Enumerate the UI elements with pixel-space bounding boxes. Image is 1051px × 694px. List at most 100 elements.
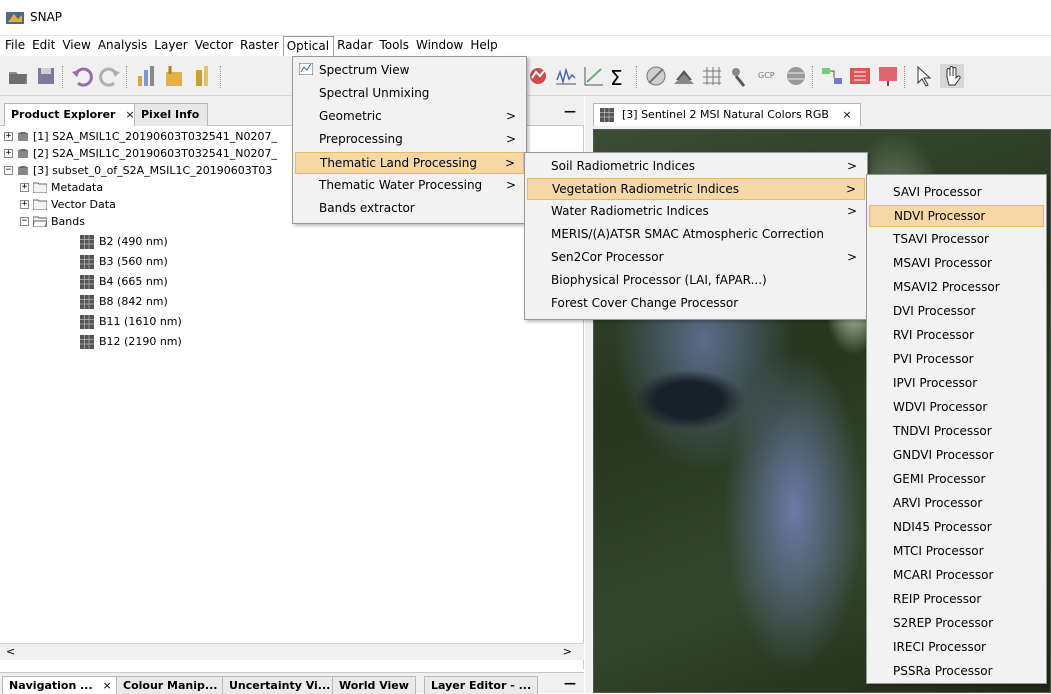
menu-window[interactable]: Window (413, 36, 467, 56)
menu-item-forest-cover-change-processor[interactable]: Forest Cover Change Processor (527, 293, 865, 315)
tab-world-view[interactable]: World View (332, 676, 416, 694)
close-icon[interactable]: × (842, 108, 851, 121)
menu-item-pssra-processor[interactable]: PSSRa Processor (869, 661, 1044, 683)
product-library-icon[interactable] (876, 64, 900, 88)
menu-item-gndvi-processor[interactable]: GNDVI Processor (869, 445, 1044, 467)
band-subset-icon[interactable] (190, 64, 214, 88)
pin-manager-icon[interactable] (728, 64, 752, 88)
menu-edit[interactable]: Edit (29, 36, 59, 56)
statistics-sigma-icon[interactable]: Σ (610, 66, 634, 90)
menu-item-preprocessing[interactable]: Preprocessing > (295, 129, 524, 151)
menu-item-biophysical-processor[interactable]: Biophysical Processor (LAI, fAPAR...) (527, 270, 865, 292)
graph-builder-icon[interactable] (820, 64, 844, 88)
scroll-right-icon[interactable]: > (563, 645, 572, 658)
menu-item-thematic-water-processing[interactable]: Thematic Water Processing > (295, 175, 524, 197)
menu-layer[interactable]: Layer (151, 36, 191, 56)
menu-item-ireci-processor[interactable]: IRECI Processor (869, 637, 1044, 659)
menu-item-spectral-unmixing[interactable]: Spectral Unmixing (295, 83, 524, 105)
menu-item-savi-processor[interactable]: SAVI Processor (869, 182, 1044, 204)
tab-product-explorer[interactable]: Product Explorer × (4, 103, 144, 126)
profile-plot-icon[interactable] (554, 64, 578, 88)
menu-item-smac-atmospheric-correction[interactable]: MERIS/(A)ATSR SMAC Atmospheric Correctio… (527, 224, 865, 246)
close-icon[interactable]: × (103, 679, 112, 692)
select-tool-icon[interactable] (912, 64, 936, 88)
menu-item-msavi-processor[interactable]: MSAVI Processor (869, 253, 1044, 275)
menu-item-soil-radiometric-indices[interactable]: Soil Radiometric Indices > (527, 156, 865, 178)
expand-icon[interactable]: + (4, 149, 13, 158)
horizontal-scrollbar[interactable]: < > (0, 643, 584, 660)
menu-item-tndvi-processor[interactable]: TNDVI Processor (869, 421, 1044, 443)
menu-file[interactable]: File (2, 36, 29, 56)
tree-node-metadata[interactable]: + Metadata (20, 179, 103, 196)
expand-icon[interactable]: + (20, 183, 29, 192)
tree-node-product-3[interactable]: − [3] subset_0_of_S2A_MSIL1C_20190603T03 (4, 162, 272, 179)
tree-node-product-1[interactable]: + [1] S2A_MSIL1C_20190603T032541_N0207_ (4, 128, 277, 145)
redo-icon[interactable] (98, 64, 122, 88)
menu-item-dvi-processor[interactable]: DVI Processor (869, 301, 1044, 323)
menu-item-geometric[interactable]: Geometric > (295, 106, 524, 128)
menu-vector[interactable]: Vector (192, 36, 237, 56)
menu-view[interactable]: View (59, 36, 94, 56)
menu-item-s2rep-processor[interactable]: S2REP Processor (869, 613, 1044, 635)
tree-node-bands[interactable]: − Bands (20, 213, 85, 230)
menu-raster[interactable]: Raster (237, 36, 283, 56)
minimize-icon[interactable]: — (564, 676, 576, 690)
menu-item-sen2cor-processor[interactable]: Sen2Cor Processor > (527, 247, 865, 269)
menu-item-msavi2-processor[interactable]: MSAVI2 Processor (869, 277, 1044, 299)
pan-tool-icon[interactable] (940, 64, 964, 88)
minimize-icon[interactable]: — (564, 104, 576, 118)
band-maths-icon[interactable] (134, 64, 158, 88)
world-map-icon[interactable] (784, 64, 808, 88)
tab-uncertainty-visualisation[interactable]: Uncertainty Vi... (222, 676, 338, 694)
spectrum-view-icon[interactable] (526, 64, 550, 88)
tree-node-band-b2[interactable]: B2 (490 nm) (80, 233, 168, 250)
menu-item-mcari-processor[interactable]: MCARI Processor (869, 565, 1044, 587)
batch-processing-icon[interactable] (848, 64, 872, 88)
expand-icon[interactable]: + (4, 132, 13, 141)
tree-node-band-b12[interactable]: B12 (2190 nm) (80, 333, 182, 350)
tab-navigation[interactable]: Navigation ... × (2, 676, 119, 694)
scatter-plot-icon[interactable] (582, 64, 606, 88)
menu-item-arvi-processor[interactable]: ARVI Processor (869, 493, 1044, 515)
tab-image-view[interactable]: [3] Sentinel 2 MSI Natural Colors RGB × (593, 103, 861, 126)
tab-colour-manipulation[interactable]: Colour Manip... (116, 676, 225, 694)
menu-item-ndi45-processor[interactable]: NDI45 Processor (869, 517, 1044, 539)
scroll-left-icon[interactable]: < (6, 645, 15, 658)
menu-item-wdvi-processor[interactable]: WDVI Processor (869, 397, 1044, 419)
expand-icon[interactable]: + (20, 200, 29, 209)
menu-item-bands-extractor[interactable]: Bands extractor (295, 198, 524, 220)
save-product-icon[interactable] (34, 64, 58, 88)
tree-node-vector-data[interactable]: + Vector Data (20, 196, 116, 213)
layer-icon[interactable] (672, 64, 696, 88)
menu-item-rvi-processor[interactable]: RVI Processor (869, 325, 1044, 347)
menu-item-spectrum-view[interactable]: Spectrum View (295, 60, 524, 82)
tree-node-band-b4[interactable]: B4 (665 nm) (80, 273, 168, 290)
menu-item-vegetation-radiometric-indices[interactable]: Vegetation Radiometric Indices > (527, 178, 865, 200)
menu-item-thematic-land-processing[interactable]: Thematic Land Processing > (295, 152, 524, 174)
grid-icon[interactable] (700, 64, 724, 88)
menu-tools[interactable]: Tools (376, 36, 413, 56)
menu-item-ndvi-processor[interactable]: NDVI Processor (869, 205, 1044, 227)
menu-item-water-radiometric-indices[interactable]: Water Radiometric Indices > (527, 201, 865, 223)
menu-help[interactable]: Help (467, 36, 501, 56)
collapse-icon[interactable]: − (4, 166, 13, 175)
menu-item-reip-processor[interactable]: REIP Processor (869, 589, 1044, 611)
band-import-icon[interactable] (162, 64, 186, 88)
menu-item-pvi-processor[interactable]: PVI Processor (869, 349, 1044, 371)
menu-analysis[interactable]: Analysis (95, 36, 151, 56)
menu-item-gemi-processor[interactable]: GEMI Processor (869, 469, 1044, 491)
open-product-icon[interactable] (6, 64, 30, 88)
menu-item-ipvi-processor[interactable]: IPVI Processor (869, 373, 1044, 395)
menu-item-tsavi-processor[interactable]: TSAVI Processor (869, 229, 1044, 251)
collapse-icon[interactable]: − (20, 217, 29, 226)
menu-radar[interactable]: Radar (334, 36, 376, 56)
gcp-manager-icon[interactable]: GCP (756, 64, 780, 88)
menu-optical[interactable]: Optical (282, 36, 335, 56)
tree-node-product-2[interactable]: + [2] S2A_MSIL1C_20190603T032541_N0207_ (4, 145, 277, 162)
undo-icon[interactable] (70, 64, 94, 88)
tab-layer-editor[interactable]: Layer Editor - ... (424, 676, 539, 694)
tab-pixel-info[interactable]: Pixel Info (134, 103, 209, 126)
mask-manager-icon[interactable] (644, 64, 668, 88)
menu-item-mtci-processor[interactable]: MTCI Processor (869, 541, 1044, 563)
tree-node-band-b3[interactable]: B3 (560 nm) (80, 253, 168, 270)
